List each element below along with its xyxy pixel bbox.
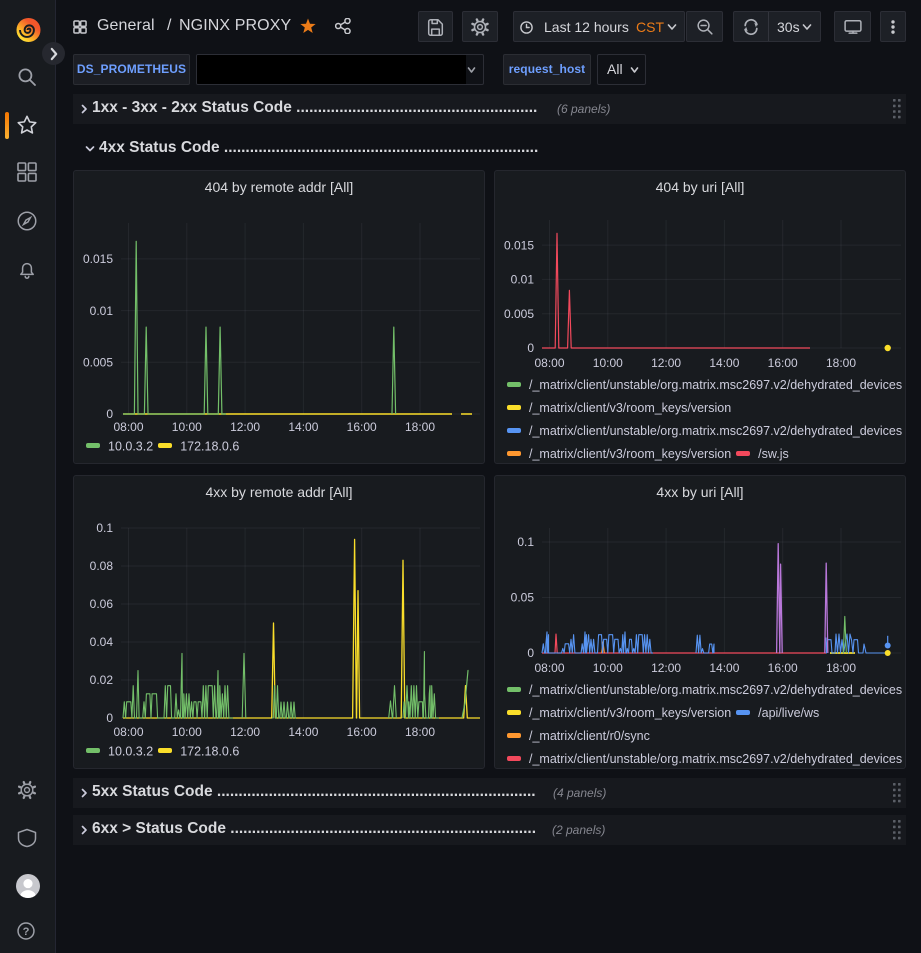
- svg-text:14:00: 14:00: [709, 356, 739, 370]
- svg-text:10:00: 10:00: [593, 661, 623, 675]
- svg-text:14:00: 14:00: [288, 725, 318, 739]
- svg-text:14:00: 14:00: [288, 420, 318, 434]
- svg-text:16:00: 16:00: [347, 725, 377, 739]
- svg-text:18:00: 18:00: [405, 725, 435, 739]
- svg-text:0.1: 0.1: [96, 521, 113, 535]
- svg-text:14:00: 14:00: [709, 661, 739, 675]
- svg-text:0.015: 0.015: [83, 252, 113, 266]
- svg-text:0: 0: [527, 341, 534, 355]
- svg-text:0: 0: [106, 407, 113, 421]
- svg-text:16:00: 16:00: [347, 420, 377, 434]
- svg-text:0.02: 0.02: [90, 673, 114, 687]
- svg-text:0.01: 0.01: [511, 273, 535, 287]
- svg-text:08:00: 08:00: [113, 725, 143, 739]
- svg-text:18:00: 18:00: [826, 356, 856, 370]
- svg-text:12:00: 12:00: [651, 661, 681, 675]
- svg-text:10:00: 10:00: [172, 420, 202, 434]
- svg-text:0: 0: [106, 711, 113, 725]
- svg-text:16:00: 16:00: [768, 356, 798, 370]
- svg-text:18:00: 18:00: [826, 661, 856, 675]
- svg-text:0.05: 0.05: [511, 591, 535, 605]
- svg-text:16:00: 16:00: [768, 661, 798, 675]
- svg-text:12:00: 12:00: [230, 725, 260, 739]
- svg-text:12:00: 12:00: [651, 356, 681, 370]
- svg-text:08:00: 08:00: [534, 661, 564, 675]
- svg-text:12:00: 12:00: [230, 420, 260, 434]
- svg-text:0.04: 0.04: [90, 635, 114, 649]
- svg-text:0.08: 0.08: [90, 559, 114, 573]
- svg-text:08:00: 08:00: [534, 356, 564, 370]
- svg-text:0.06: 0.06: [90, 597, 114, 611]
- svg-text:18:00: 18:00: [405, 420, 435, 434]
- svg-text:0.1: 0.1: [517, 535, 534, 549]
- svg-text:0: 0: [527, 646, 534, 660]
- svg-text:0.005: 0.005: [83, 356, 113, 370]
- svg-text:10:00: 10:00: [172, 725, 202, 739]
- svg-text:08:00: 08:00: [113, 420, 143, 434]
- svg-text:0.01: 0.01: [90, 304, 114, 318]
- svg-text:?: ?: [23, 926, 30, 938]
- svg-text:0.005: 0.005: [504, 307, 534, 321]
- svg-text:0.015: 0.015: [504, 238, 534, 252]
- svg-text:10:00: 10:00: [593, 356, 623, 370]
